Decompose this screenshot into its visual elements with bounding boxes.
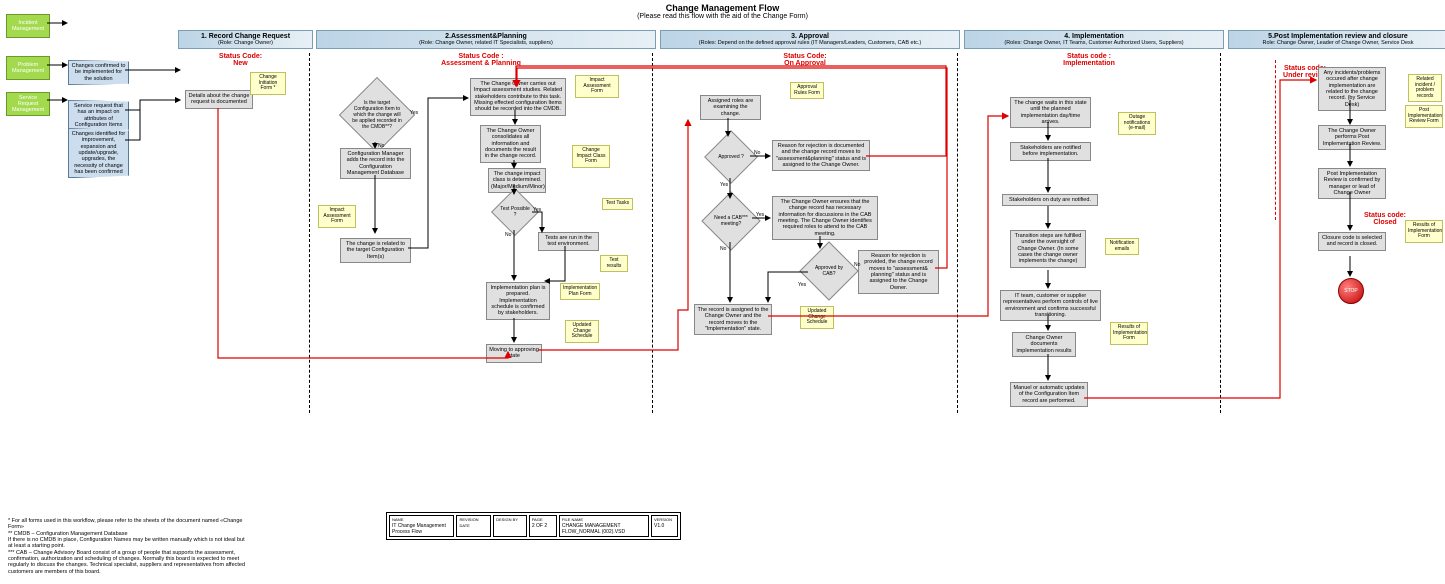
label-yes-2: Yes [533,207,541,213]
note-n1: Change Initiation Form * [250,72,286,95]
box-b21: Manuel or automatic updates of the Confi… [1010,382,1088,407]
box-b16: Stakeholders are notified before impleme… [1010,142,1091,161]
footer-table: NAMEIT Change Management Process Flow RE… [386,512,681,540]
note-n9: Approval Rules Form [790,82,824,99]
box-b2: Configuration Manager adds the record in… [340,148,411,179]
note-n13: Results of Implementation Form [1110,322,1148,345]
note-n5: Test Tasks [602,198,633,210]
note-n16: Results of Implementation Form [1405,220,1443,243]
input3: Changes identified for improvement, expa… [68,128,129,178]
note-n3: Impact Assessment Form [575,75,619,98]
box-b13: Reason for rejection is provided, the ch… [858,250,939,294]
box-b14: The record is assigned to the Change Own… [694,304,772,335]
box-b10: Assigned roles are examining the change. [700,95,761,120]
status6: Status code:Closed [1360,212,1410,226]
box-b19: IT team, customer or supplier representa… [1000,290,1101,321]
lane-sep-4 [1220,53,1221,413]
label-no-1: No [378,143,384,149]
box-b22: Any incidents/problems occured after cha… [1318,67,1386,111]
lane-sep-5 [1275,60,1276,220]
box-b18: Transition steps are fulfilled under the… [1010,230,1086,268]
box-b5: The Change Owner consolidates all inform… [480,125,541,163]
note-n8: Updated Change Schedule [565,320,599,343]
box-b23: The Change Owner performs Post Implement… [1318,125,1386,150]
note-n2: Impact Assessment Form [318,205,356,228]
box-b8: Implementation plan is prepared. Impleme… [486,282,550,320]
diamond-d1: Is the target Configuration Item to whic… [339,77,415,153]
diamond-d5: Approved by CAB? [799,241,858,300]
diamond-d4: Need a CAB*** meeting? [701,191,760,250]
note-n10: Updated Change Schedule [800,306,834,329]
label-yes-4: Yes [756,212,764,218]
note-n14: Related incident / problem records [1408,74,1442,102]
diamond-d2: Test Possible ? [491,188,539,236]
box-b4: The Change Owner carries out Impact asse… [470,78,566,116]
box-b24: Post Implementation Review is confirmed … [1318,168,1386,199]
box-b11: Reason for rejection is documented and t… [772,140,870,171]
note-n4: Change Impact Class Form [572,145,610,168]
label-yes-5: Yes [798,282,806,288]
service-req-mgmt: Service Request Management [6,92,50,116]
page-subtitle: (Please read this flow with the aid of t… [0,13,1445,20]
note-n11: Outage notifications (e-mail) [1118,112,1156,135]
input1: Changes confirmed to be implemented for … [68,60,129,85]
label-no-2: No [505,232,511,238]
incident-mgmt: Incident Management [6,14,50,38]
note-n6: Test results [600,255,628,272]
label-no-5: No [854,262,860,268]
lane-sep-3 [957,53,958,413]
status2: Status Code :Assessment & Planning [316,53,646,67]
box-b17: Stakeholders on duty are notified. [1002,194,1098,206]
label-no-4: No [720,246,726,252]
status1: Status Code:New [178,53,303,67]
phase5-header: 5.Post Implementation review and closure… [1228,30,1445,49]
phase4-header: 4. Implementation(Roles: Change Owner, I… [964,30,1224,49]
page-title: Change Management Flow [0,3,1445,13]
note-n12: Notification emails [1105,238,1139,255]
phase1-header: 1. Record Change Request(Role: Change Ow… [178,30,313,49]
stop-icon: STOP [1338,278,1364,304]
phase3-header: 3. Approval(Roles: Depend on the defined… [660,30,960,49]
phase2-header: 2.Assessment&Planning(Role: Change Owner… [316,30,656,49]
lane-sep-2 [652,53,653,413]
status3: Status Code:On Approval [660,53,950,67]
diamond-d3: Approved ? [704,130,758,184]
box-b15: The change waits in this state until the… [1010,97,1091,128]
lane-sep-1 [309,53,310,413]
footnotes: * For all forms used in this workflow, p… [8,518,248,575]
box-b25: Closure code is selected and record is c… [1318,232,1386,251]
label-yes-3: Yes [720,182,728,188]
problem-mgmt: Problem Management [6,56,50,80]
box-b12: The Change Owner ensures that the change… [772,196,878,240]
box-b3: The change is related to the target Conf… [340,238,411,263]
box-b1: Details about the change request is docu… [185,90,253,109]
box-b9: Moving to approving state [486,344,542,363]
note-n7: Implementation Plan Form [560,283,600,300]
label-yes-1: Yes [410,110,418,116]
note-n15: Post Implementation Review Form [1405,105,1443,128]
box-b7: Tests are run in the test environment. [538,232,599,251]
status4: Status code :Implementation [964,53,1214,67]
label-no-3: No [754,150,760,156]
box-b20: Change Owner documents implementation re… [1012,332,1076,357]
input2: Service request that has an impact on at… [68,100,129,131]
